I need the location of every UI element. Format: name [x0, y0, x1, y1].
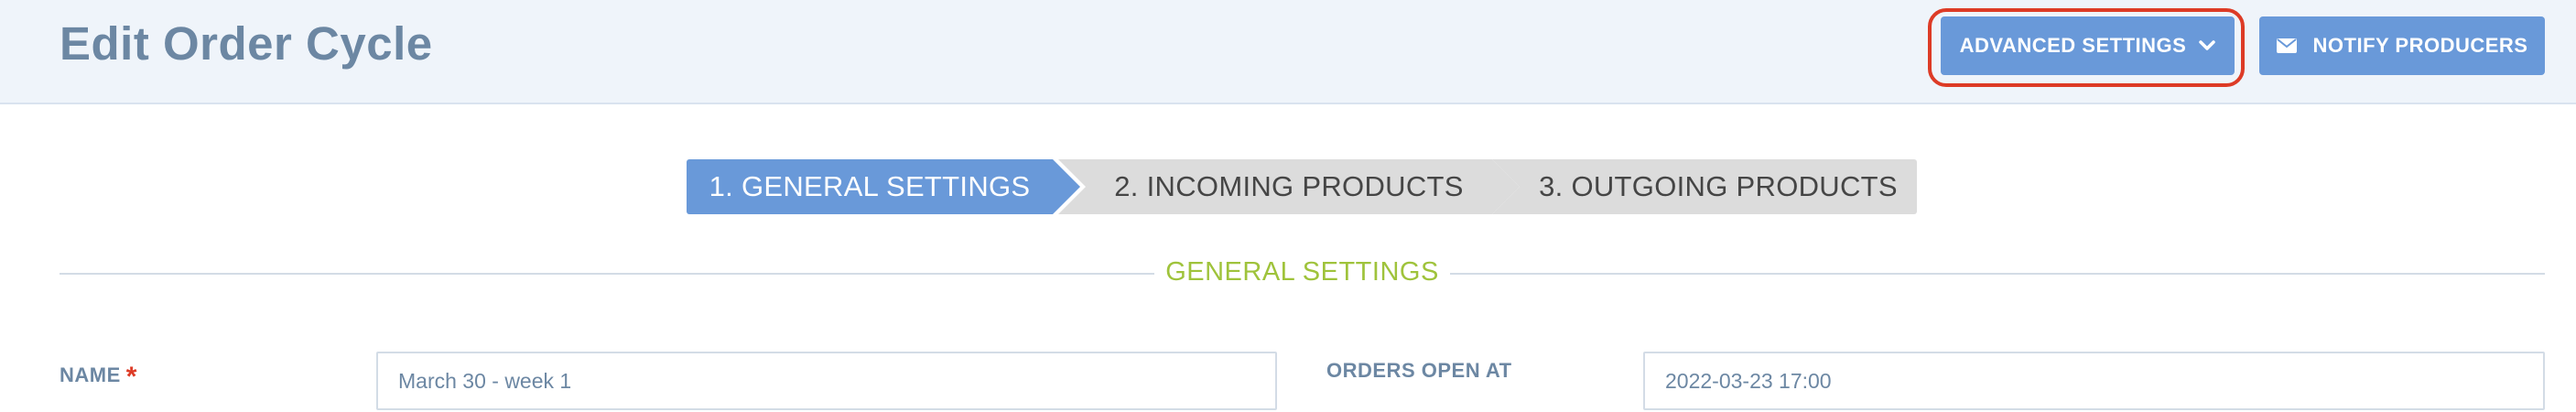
advanced-settings-button[interactable]: ADVANCED SETTINGS	[1941, 16, 2235, 75]
page-title: Edit Order Cycle	[60, 17, 433, 70]
name-label-text: NAME	[60, 363, 121, 386]
section-divider-right	[1450, 273, 2545, 275]
step-outgoing-products[interactable]: 3. OUTGOING PRODUCTS	[1492, 159, 1917, 214]
required-marker: *	[125, 362, 137, 392]
name-label: NAME *	[60, 362, 137, 393]
section-divider-left	[60, 273, 1154, 275]
envelope-icon	[2276, 38, 2297, 53]
orders-open-at-label: ORDERS OPEN AT	[1326, 359, 1512, 382]
step-general-settings[interactable]: 1. GENERAL SETTINGS	[687, 159, 1080, 214]
notify-producers-label: NOTIFY PRODUCERS	[2312, 34, 2528, 57]
step-incoming-products[interactable]: 2. INCOMING PRODUCTS	[1058, 159, 1520, 214]
notify-producers-button[interactable]: NOTIFY PRODUCERS	[2259, 16, 2545, 75]
wizard-steps: 1. GENERAL SETTINGS 2. INCOMING PRODUCTS…	[687, 159, 1917, 214]
name-field[interactable]: March 30 - week 1	[376, 352, 1277, 410]
page-header: Edit Order Cycle ADVANCED SETTINGS NOTIF…	[0, 0, 2576, 104]
advanced-settings-label: ADVANCED SETTINGS	[1959, 34, 2187, 57]
orders-open-at-field[interactable]: 2022-03-23 17:00	[1643, 352, 2545, 410]
chevron-down-icon	[2199, 39, 2216, 52]
section-title: GENERAL SETTINGS	[1165, 257, 1439, 287]
